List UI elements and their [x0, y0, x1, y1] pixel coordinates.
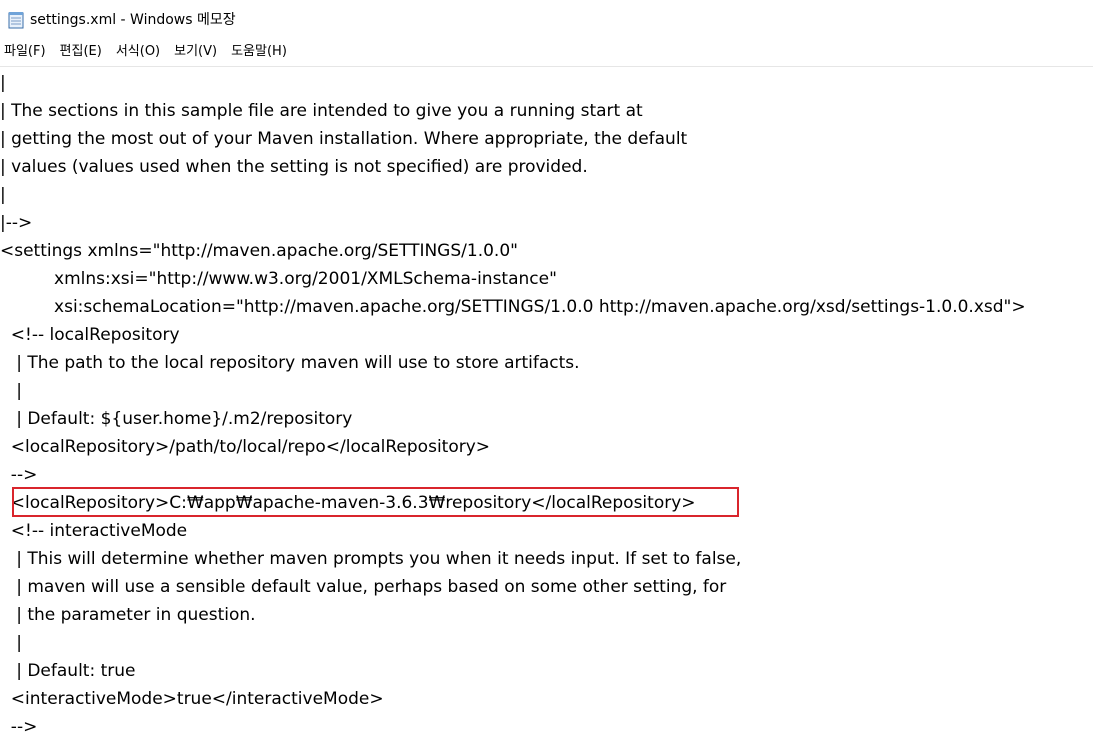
menu-file[interactable]: 파일(F): [0, 40, 46, 64]
text-line: | Default: ${user.home}/.m2/repository: [0, 409, 353, 429]
menu-help[interactable]: 도움말(H): [227, 40, 287, 64]
text-line: <settings xmlns="http://maven.apache.org…: [0, 241, 518, 261]
text-line: <!-- localRepository: [0, 325, 180, 345]
menu-view[interactable]: 보기(V): [170, 40, 217, 64]
text-line: |: [0, 381, 22, 401]
text-line: xmlns:xsi="http://www.w3.org/2001/XMLSch…: [0, 269, 557, 289]
text-line: |: [0, 633, 22, 653]
menu-edit[interactable]: 편집(E): [56, 40, 102, 64]
text-line: | values (values used when the setting i…: [0, 157, 588, 177]
text-line: |: [0, 185, 6, 205]
text-line: <interactiveMode>true</interactiveMode>: [0, 689, 384, 709]
text-line-highlighted: <localRepository>C:₩app₩apache-maven-3.6…: [0, 493, 696, 513]
text-line: | The path to the local repository maven…: [0, 353, 580, 373]
menu-bar: 파일(F) 편집(E) 서식(O) 보기(V) 도움말(H): [0, 40, 1093, 64]
title-bar[interactable]: settings.xml - Windows 메모장: [0, 0, 1093, 40]
text-line: | the parameter in question.: [0, 605, 256, 625]
text-line: <localRepository>/path/to/local/repo</lo…: [0, 437, 491, 457]
notepad-window: settings.xml - Windows 메모장 파일(F) 편집(E) 서…: [0, 0, 1093, 737]
text-line: | maven will use a sensible default valu…: [0, 577, 727, 597]
text-editor-area[interactable]: | | The sections in this sample file are…: [0, 66, 1093, 737]
text-line: <!-- interactiveMode: [0, 521, 188, 541]
text-line: -->: [0, 717, 38, 737]
text-line: |-->: [0, 213, 33, 233]
notepad-icon: [8, 12, 24, 29]
text-lines: | | The sections in this sample file are…: [0, 69, 1026, 737]
text-line: xsi:schemaLocation="http://maven.apache.…: [0, 297, 1026, 317]
menu-format[interactable]: 서식(O): [112, 40, 160, 64]
text-line: | getting the most out of your Maven ins…: [0, 129, 688, 149]
text-line: |: [0, 73, 6, 93]
text-line: | This will determine whether maven prom…: [0, 549, 742, 569]
text-line: | Default: true: [0, 661, 136, 681]
text-line: -->: [0, 465, 38, 485]
text-line: | The sections in this sample file are i…: [0, 101, 643, 121]
window-title: settings.xml - Windows 메모장: [30, 12, 236, 28]
